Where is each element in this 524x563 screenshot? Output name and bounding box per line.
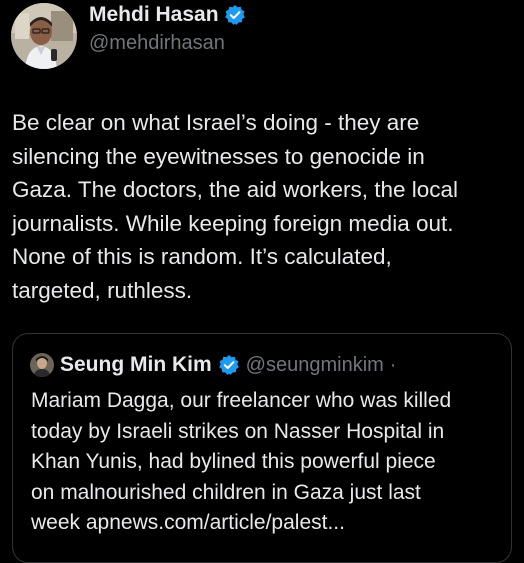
tweet-text: Be clear on what Israel’s doing - they a… xyxy=(12,110,459,303)
avatar[interactable] xyxy=(11,3,77,69)
handle[interactable]: @mehdirhasan xyxy=(89,30,246,56)
quoted-verified-badge-icon xyxy=(218,354,240,376)
quoted-tweet-text: Mariam Dagga, our freelancer who was kil… xyxy=(31,389,452,534)
quoted-avatar[interactable] xyxy=(30,353,54,377)
profile-photo xyxy=(11,3,77,69)
separator-dot: · xyxy=(389,353,397,376)
quoted-tweet-header: Seung Min Kim @seungminkim · xyxy=(30,350,396,380)
display-name[interactable]: Mehdi Hasan xyxy=(89,2,219,28)
verified-badge-icon xyxy=(224,4,246,26)
quoted-handle[interactable]: @seungminkim xyxy=(246,354,384,377)
quoted-tweet[interactable]: Seung Min Kim @seungminkim · Mariam Dagg… xyxy=(12,333,512,563)
author-names: Mehdi Hasan @mehdirhasan xyxy=(89,2,246,56)
tweet-header: Mehdi Hasan @mehdirhasan xyxy=(11,0,246,72)
tweet: Mehdi Hasan @mehdirhasan Be clear on wha… xyxy=(0,0,524,563)
quoted-display-name[interactable]: Seung Min Kim xyxy=(60,353,212,377)
display-name-row: Mehdi Hasan xyxy=(89,2,246,28)
